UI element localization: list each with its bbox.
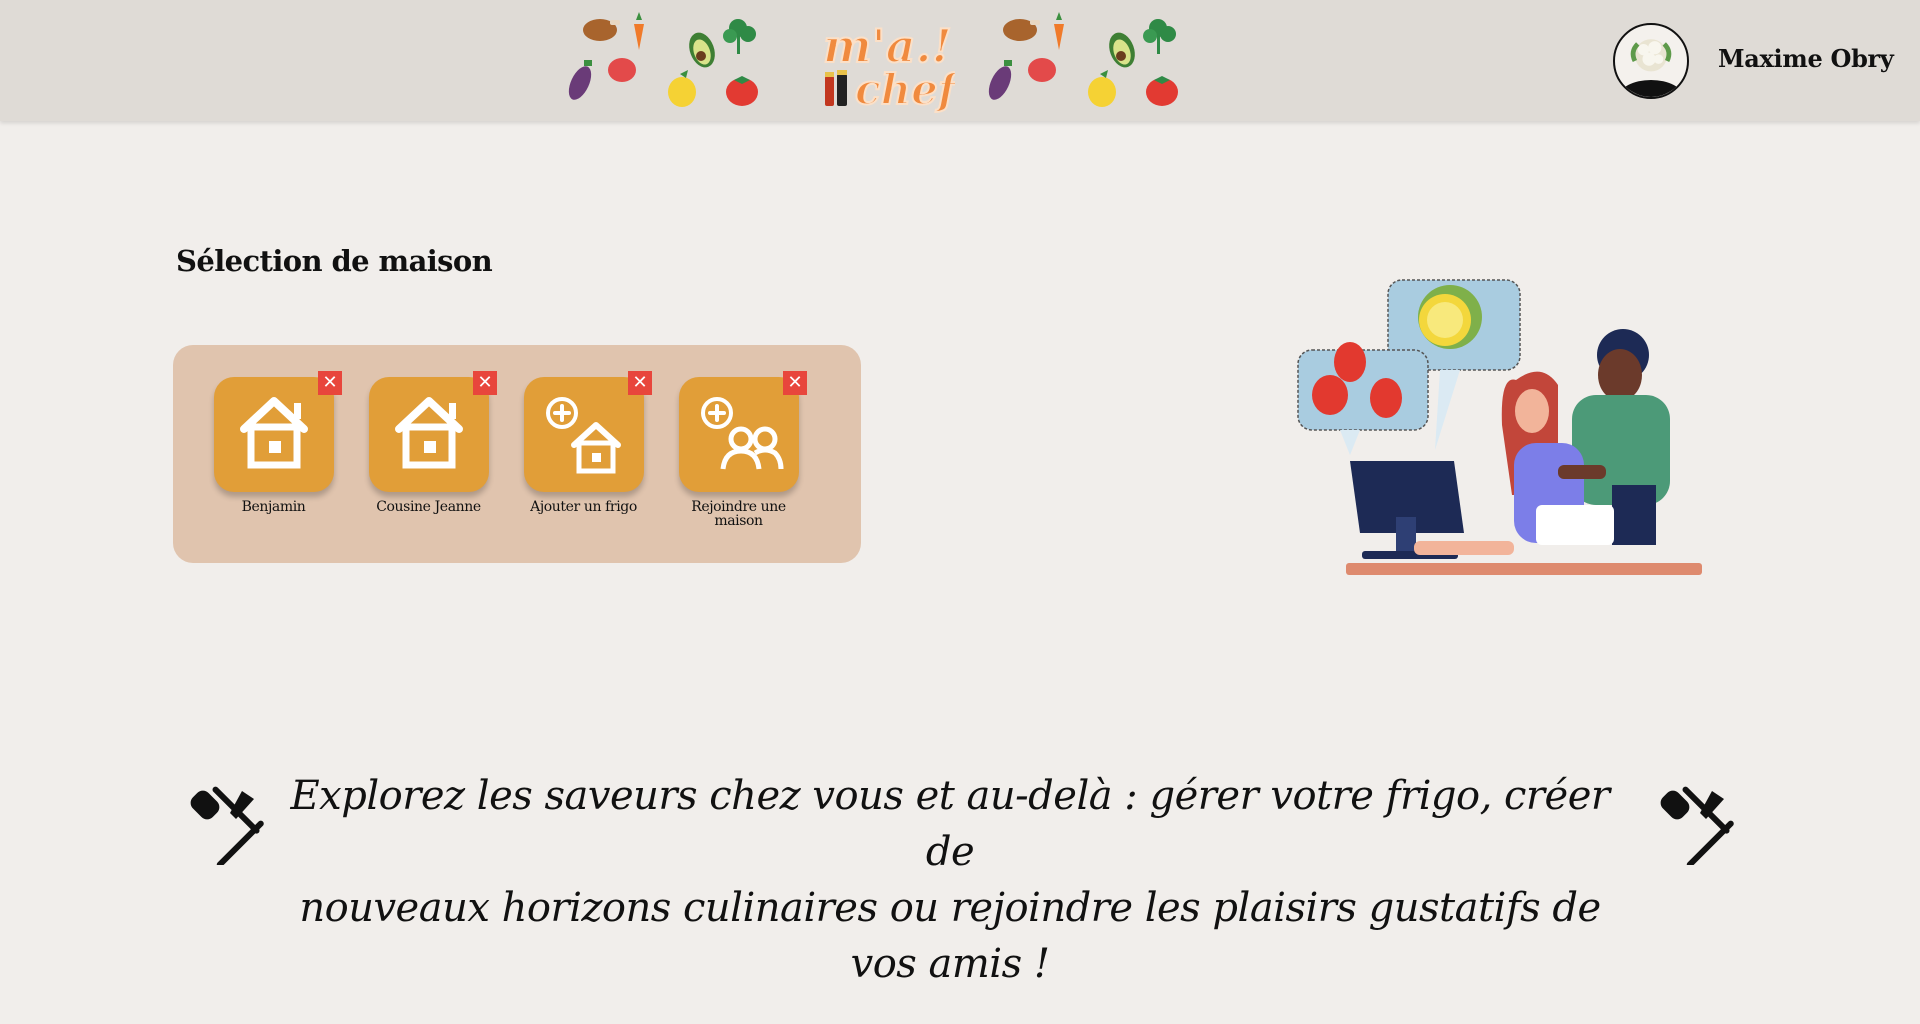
join-house-button[interactable]: ✕ <box>679 371 807 492</box>
house-icon <box>395 397 463 469</box>
house-label: Benjamin <box>241 499 306 515</box>
add-fridge-button[interactable]: ✕ <box>524 371 652 492</box>
tagline: Explorez les saveurs chez vous et au-del… <box>290 768 1610 992</box>
remove-house-button[interactable]: ✕ <box>783 371 807 395</box>
house-button[interactable]: ✕ <box>214 371 342 492</box>
house-tile-benjamin: ✕ Benjamin <box>206 371 342 515</box>
utensils-icon-left <box>184 785 264 868</box>
house-label: Cousine Jeanne <box>376 499 481 515</box>
vegetables-decoration-left <box>562 8 767 116</box>
utensils-icon-right <box>1654 785 1734 868</box>
remove-house-button[interactable]: ✕ <box>628 371 652 395</box>
house-label: Rejoindre une maison <box>691 499 786 529</box>
user-name[interactable]: Maxime Obry <box>1718 44 1894 73</box>
house-tile-add-fridge: ✕ Ajouter un frigo <box>516 371 652 515</box>
tagline-line1: Explorez les saveurs chez vous et au-del… <box>290 773 1610 875</box>
logo-text-line2: chef <box>855 65 955 114</box>
join-house-icon <box>701 397 784 470</box>
page-title: Sélection de maison <box>176 244 493 278</box>
house-label: Ajouter un frigo <box>530 499 637 515</box>
house-tile-cousine-jeanne: ✕ Cousine Jeanne <box>361 371 497 515</box>
tagline-line2: nouveaux horizons culinaires ou rejoindr… <box>299 885 1601 987</box>
remove-house-button[interactable]: ✕ <box>473 371 497 395</box>
cauliflower-avatar-icon <box>1618 39 1684 97</box>
couple-cooking-illustration <box>1290 265 1710 585</box>
user-avatar[interactable] <box>1613 23 1689 99</box>
vegetables-decoration-right <box>982 8 1187 116</box>
remove-house-button[interactable]: ✕ <box>318 371 342 395</box>
house-icon <box>240 397 308 469</box>
add-house-icon <box>546 397 621 474</box>
mia-chef-logo[interactable]: m'a.! chef <box>815 4 964 116</box>
header: m'a.! chef Maxime Obry <box>0 0 1920 121</box>
house-button[interactable]: ✕ <box>369 371 497 492</box>
house-selection-panel: ✕ Benjamin ✕ Cousine Jeanne ✕ Ajouter un… <box>173 345 861 563</box>
house-tile-join-house: ✕ Rejoindre une maison <box>671 371 807 529</box>
